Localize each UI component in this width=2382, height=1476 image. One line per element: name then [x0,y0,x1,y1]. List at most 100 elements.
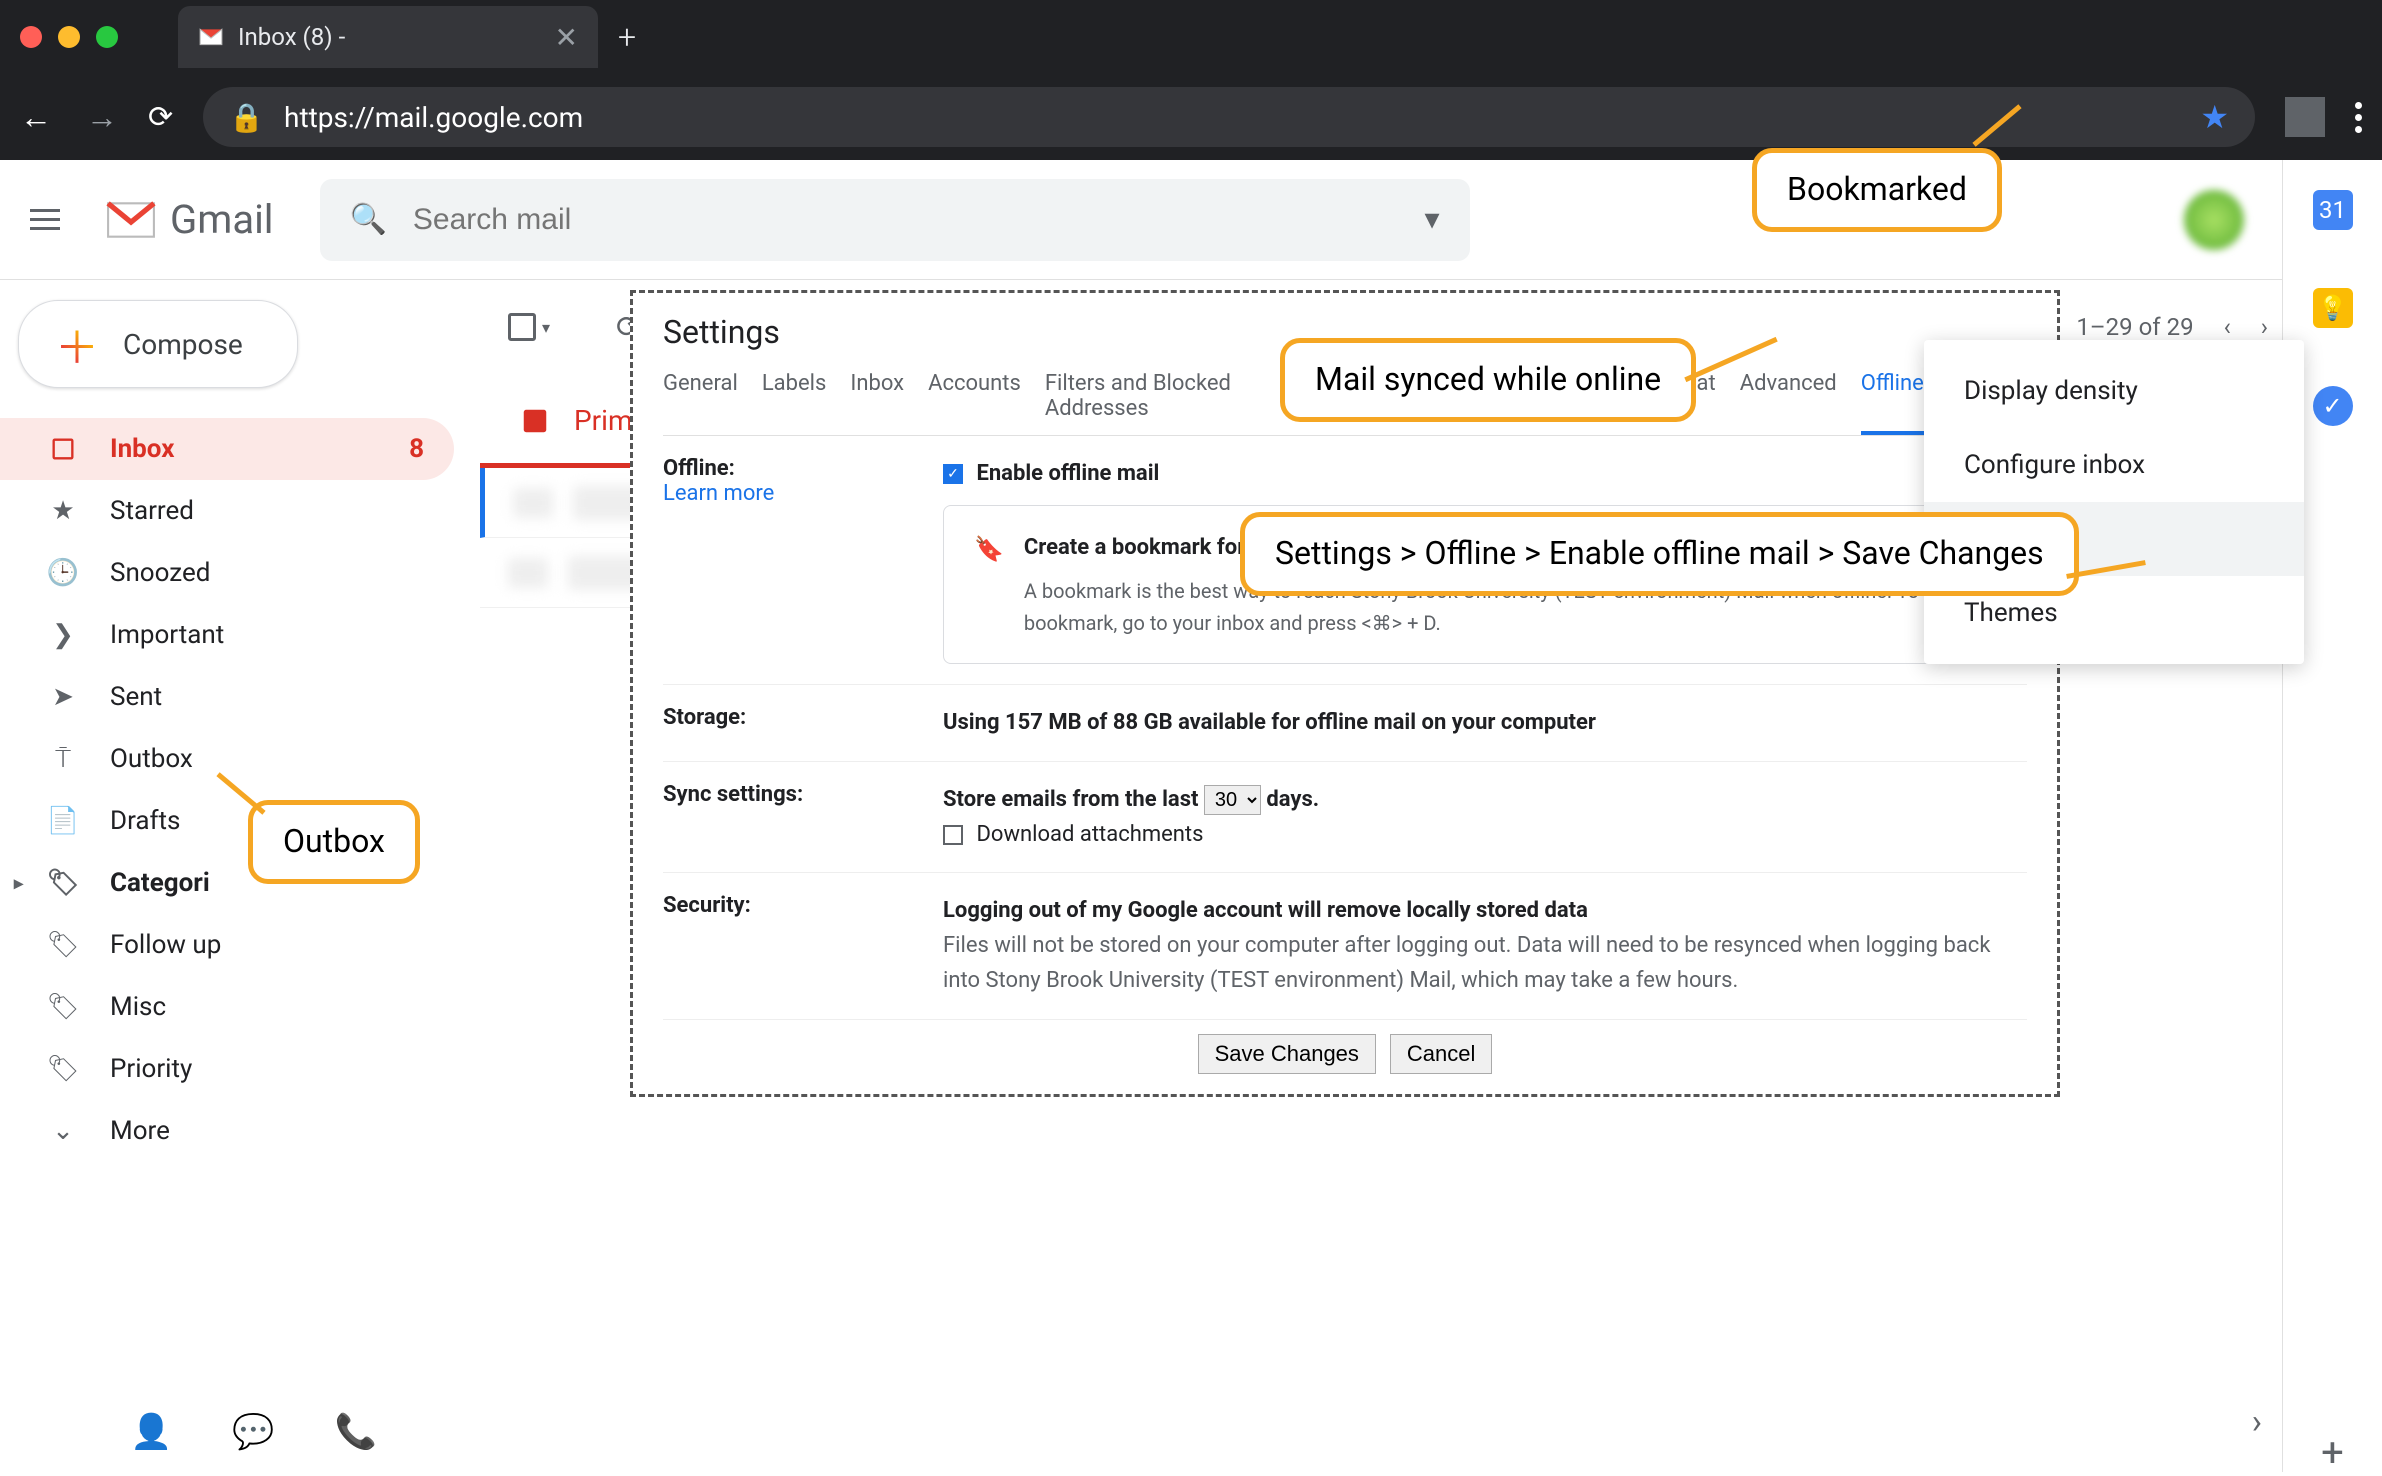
person-icon[interactable]: 👤 [130,1412,172,1452]
close-window-button[interactable] [20,26,42,48]
browser-tab[interactable]: Inbox (8) - ✕ [178,6,598,68]
tasks-addon-icon[interactable]: ✓ [2313,386,2353,426]
settings-tab-accounts[interactable]: Accounts [928,371,1021,421]
callout-bookmarked: Bookmarked [1752,148,2002,232]
label-icon: 🏷 [46,930,80,960]
prev-page-button[interactable]: ‹ [2224,313,2231,341]
search-box[interactable]: 🔍 ▾ [320,179,1470,261]
enable-offline-checkbox[interactable]: ✓ [943,464,963,484]
gmail-logo[interactable]: Gmail [106,196,274,243]
reload-button[interactable]: ⟳ [148,100,173,135]
phone-icon[interactable]: 📞 [335,1412,377,1452]
settings-row-sync: Sync settings: Store emails from the las… [663,762,2027,873]
settings-tab-labels[interactable]: Labels [762,371,827,421]
forward-button[interactable]: → [86,98,118,136]
label-icon: 🏷 [46,1054,80,1084]
label-icon: 🏷 [46,868,80,898]
sidebar-item-priority[interactable]: 🏷 Priority [0,1038,454,1100]
maximize-window-button[interactable] [96,26,118,48]
sidebar-item-label: Starred [110,496,194,526]
bookmark-star-icon[interactable]: ★ [2200,98,2229,136]
settings-dropdown: Display density Configure inbox Settings… [1924,340,2304,664]
pagination-info: 1–29 of 29 [2076,313,2193,341]
add-addon-button[interactable]: + [2313,1432,2353,1472]
account-avatar[interactable] [2184,190,2244,250]
compose-button[interactable]: ＋ Compose [18,300,298,388]
browser-menu-icon[interactable] [2355,102,2362,133]
save-changes-button[interactable]: Save Changes [1198,1034,1376,1074]
lock-icon: 🔒 [229,101,264,134]
security-label: Security: [663,893,943,999]
hangouts-icon[interactable]: 💬 [232,1412,274,1452]
sync-label: Sync settings: [663,782,943,852]
sent-icon: ➤ [46,682,80,712]
callout-outbox: Outbox [248,800,420,884]
expand-caret-icon[interactable]: ▸ [14,873,23,894]
traffic-lights [20,26,118,48]
sidebar-item-label: Snoozed [110,558,210,588]
security-body: Files will not be stored on your compute… [943,933,1990,993]
callout-synced: Mail synced while online [1280,338,1696,422]
sidebar-item-label: Categori [110,868,210,898]
sidebar-item-label: Drafts [110,806,180,836]
sidebar-item-more[interactable]: ⌄ More [0,1100,454,1162]
sync-text-suffix: days. [1266,787,1319,812]
select-all-checkbox[interactable]: ▾ [508,313,550,341]
search-input[interactable] [413,203,1399,237]
sidebar-item-followup[interactable]: 🏷 Follow up [0,914,454,976]
url-text: https://mail.google.com [284,101,583,134]
bookmark-icon: 🔖 [974,530,1004,639]
sidebar-item-sent[interactable]: ➤ Sent [0,666,454,728]
new-tab-button[interactable]: + [618,18,636,56]
security-headline: Logging out of my Google account will re… [943,898,1588,923]
minimize-window-button[interactable] [58,26,80,48]
search-icon: 🔍 [350,202,387,237]
settings-tab-filters[interactable]: Filters and Blocked Addresses [1045,371,1300,421]
settings-tab-inbox[interactable]: Inbox [850,371,904,421]
sidebar-item-misc[interactable]: 🏷 Misc [0,976,454,1038]
learn-more-link[interactable]: Learn more [663,481,943,506]
settings-tab-offline[interactable]: Offline [1861,371,1924,435]
back-button[interactable]: ← [20,98,52,136]
sync-days-select[interactable]: 30 [1204,785,1261,815]
close-tab-icon[interactable]: ✕ [555,21,578,54]
sidebar-item-label: Priority [110,1054,192,1084]
sidebar-item-important[interactable]: ❯ Important [0,604,454,666]
drafts-icon: 📄 [46,806,80,836]
browser-chrome: Inbox (8) - ✕ + ← → ⟳ 🔒 https://mail.goo… [0,0,2382,160]
sidebar-item-starred[interactable]: ★ Starred [0,480,454,542]
download-attachments-label: Download attachments [976,822,1203,847]
url-bar[interactable]: 🔒 https://mail.google.com ★ [203,87,2255,147]
settings-row-security: Security: Logging out of my Google accou… [663,873,2027,1020]
outbox-icon: ⍑ [46,744,80,775]
settings-footer: Save Changes Cancel [663,1020,2027,1074]
clock-icon: 🕒 [46,558,80,588]
enable-offline-label: Enable offline mail [976,461,1159,486]
compose-label: Compose [123,328,243,361]
sidebar-item-inbox[interactable]: Inbox 8 [0,418,454,480]
next-page-button[interactable]: › [2261,313,2268,341]
gmail-logo-icon [106,201,156,239]
callout-settings-path: Settings > Offline > Enable offline mail… [1240,512,2079,596]
search-options-icon[interactable]: ▾ [1424,202,1439,237]
main-menu-button[interactable] [30,209,60,230]
side-panel-toggle[interactable]: › [2252,1402,2262,1442]
menu-display-density[interactable]: Display density [1924,354,2304,428]
profile-avatar[interactable] [2285,97,2325,137]
cancel-button[interactable]: Cancel [1390,1034,1492,1074]
keep-addon-icon[interactable]: 💡 [2313,288,2353,328]
sidebar-item-label: Follow up [110,930,221,960]
calendar-addon-icon[interactable]: 31 [2313,190,2353,230]
sidebar-item-label: More [110,1116,170,1146]
important-icon: ❯ [46,620,80,650]
sidebar-item-label: Misc [110,992,166,1022]
download-attachments-checkbox[interactable] [943,825,963,845]
menu-configure-inbox[interactable]: Configure inbox [1924,428,2304,502]
settings-tab-general[interactable]: General [663,371,738,421]
star-icon: ★ [46,496,80,526]
address-bar: ← → ⟳ 🔒 https://mail.google.com ★ [0,74,2382,160]
tab-bar: Inbox (8) - ✕ + [0,0,2382,74]
sidebar-item-snoozed[interactable]: 🕒 Snoozed [0,542,454,604]
settings-tab-advanced[interactable]: Advanced [1740,371,1837,421]
chevron-down-icon[interactable]: ▾ [542,318,550,337]
